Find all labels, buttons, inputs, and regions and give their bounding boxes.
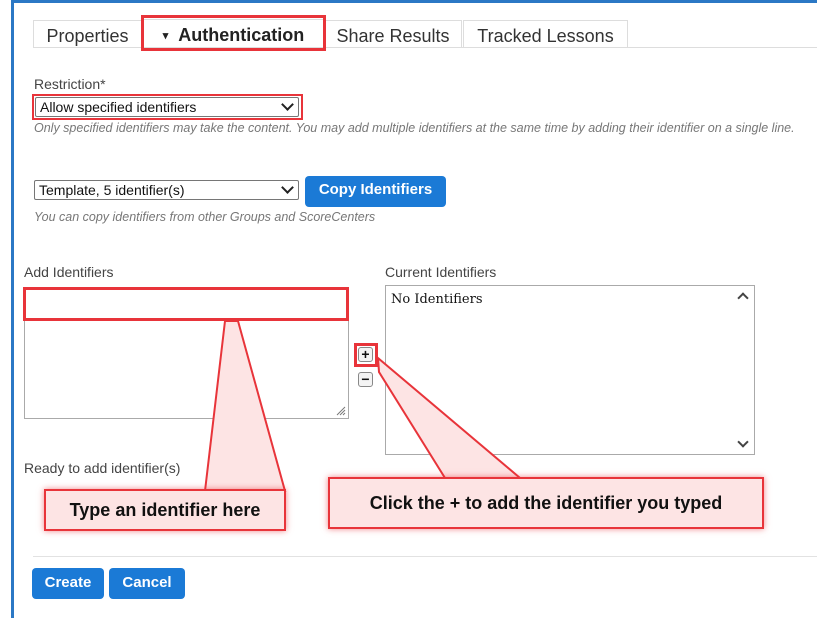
callout-pointer-plus [376,355,523,479]
cancel-button[interactable]: Cancel [109,568,185,599]
create-button[interactable]: Create [32,568,104,599]
callout-type-identifier: Type an identifier here [44,489,286,531]
callout-pointer-type [203,320,287,492]
footer-divider [33,556,817,557]
callout-click-plus: Click the + to add the identifier you ty… [328,477,764,529]
